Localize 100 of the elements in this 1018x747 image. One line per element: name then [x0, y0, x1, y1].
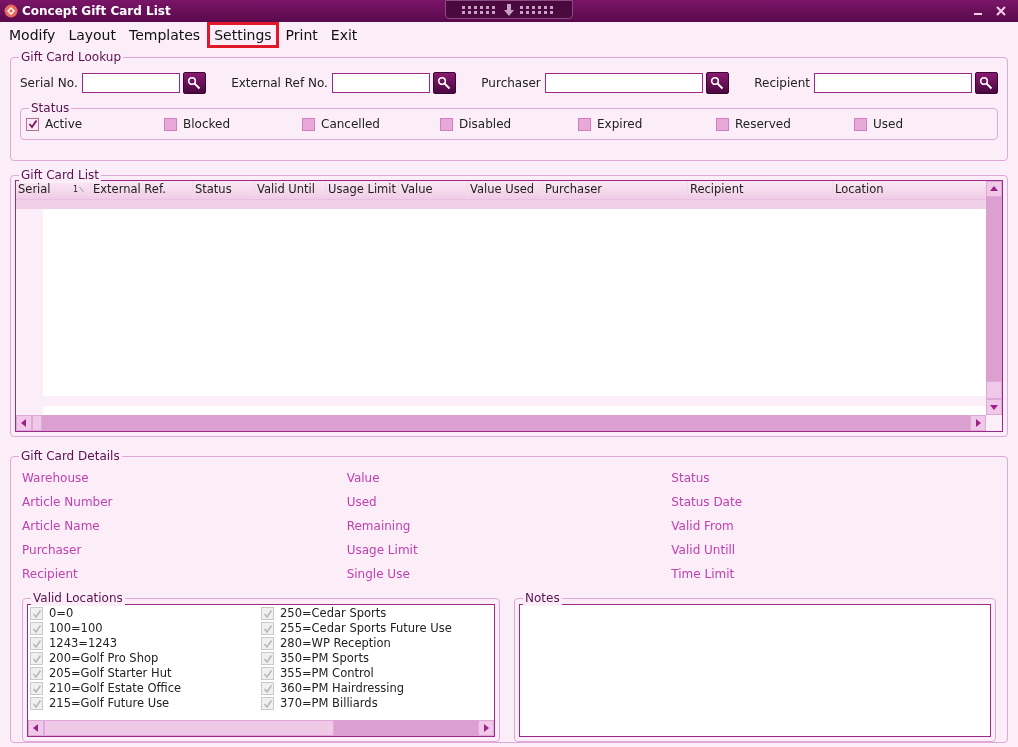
scrollbar-thumb[interactable] — [986, 381, 1002, 399]
checkbox[interactable] — [578, 117, 591, 131]
checkbox[interactable] — [30, 652, 43, 665]
detail-label: Status Date — [671, 494, 744, 510]
checkbox[interactable] — [26, 117, 39, 131]
menu-item[interactable]: Layout — [62, 22, 122, 49]
menu-item[interactable]: Templates — [123, 22, 207, 49]
search-button[interactable] — [705, 72, 729, 95]
detail-label: Article Name — [22, 518, 101, 534]
menu-item[interactable]: Exit — [324, 22, 364, 49]
checkbox-label: Expired — [597, 116, 643, 134]
checkbox[interactable] — [30, 637, 43, 650]
search-icon — [710, 76, 725, 91]
close-icon[interactable] — [996, 5, 1006, 16]
checkbox[interactable] — [261, 622, 274, 635]
scroll-right-button[interactable] — [478, 720, 494, 736]
column-header[interactable]: Purchaser — [543, 180, 688, 199]
pull-down-tab[interactable] — [445, 0, 573, 19]
detail-label: Usage Limit — [346, 542, 419, 558]
field-label: Serial No. — [20, 75, 78, 93]
checkbox[interactable] — [261, 682, 274, 695]
column-header[interactable]: Value Used — [468, 180, 543, 199]
detail-label: Single Use — [346, 566, 411, 582]
group-title: Notes — [523, 590, 562, 606]
scroll-left-button[interactable] — [28, 720, 44, 736]
checkbox-label: Active — [45, 116, 83, 134]
location-label: 360=PM Hairdressing — [280, 679, 405, 697]
detail-label: Article Number — [22, 494, 114, 510]
column-header[interactable]: Usage Limit — [326, 180, 399, 199]
scrollbar-corner — [986, 415, 1002, 431]
arrow-down-icon — [504, 3, 514, 16]
text-field[interactable] — [81, 73, 180, 94]
scrollbar-thumb[interactable] — [44, 720, 334, 736]
sort-icon — [79, 186, 84, 194]
column-header[interactable]: Status — [193, 180, 255, 199]
triangle-icon — [31, 723, 41, 733]
detail-label: Purchaser — [22, 542, 83, 558]
scroll-up-button[interactable] — [986, 180, 1002, 197]
grip-icon — [520, 4, 556, 15]
checkbox[interactable] — [261, 607, 274, 620]
detail-label: Warehouse — [22, 470, 90, 486]
checkbox[interactable] — [261, 667, 274, 680]
checkbox-label: Blocked — [183, 116, 231, 134]
scroll-down-button[interactable] — [986, 399, 1002, 415]
scrollbar-thumb[interactable] — [32, 415, 42, 431]
group-title: Gift Card Lookup — [19, 49, 123, 66]
checkbox[interactable] — [30, 667, 43, 680]
search-icon — [979, 76, 994, 91]
checkbox-label: Reserved — [735, 116, 791, 134]
menu-item[interactable]: Modify — [3, 22, 62, 49]
column-header[interactable]: Value — [399, 180, 468, 199]
detail-label: Value — [346, 470, 381, 486]
detail-label: Valid Untill — [671, 542, 737, 558]
column-header[interactable]: Valid Until — [255, 180, 326, 199]
checkbox[interactable] — [30, 622, 43, 635]
location-label: 355=PM Control — [280, 665, 374, 682]
group-title: Gift Card List — [19, 166, 102, 183]
scroll-right-button[interactable] — [970, 415, 986, 431]
app-logo-icon — [4, 3, 18, 18]
checkbox[interactable] — [440, 117, 453, 131]
location-label: 280=WP Reception — [280, 635, 391, 652]
detail-label: Valid From — [671, 518, 735, 534]
checkbox[interactable] — [30, 682, 43, 695]
triangle-icon — [481, 723, 491, 733]
column-header[interactable]: External Ref. — [91, 180, 193, 199]
checkbox[interactable] — [261, 652, 274, 665]
location-label: 205=Golf Starter Hut — [49, 665, 172, 682]
search-button[interactable] — [182, 72, 206, 95]
grip-icon — [462, 4, 498, 15]
field-label: Recipient — [754, 75, 810, 93]
checkbox[interactable] — [30, 607, 43, 620]
column-header[interactable]: Serial 1 — [16, 180, 91, 199]
checkbox-label: Disabled — [459, 116, 512, 134]
location-label: 200=Golf Pro Shop — [49, 649, 159, 667]
checkbox[interactable] — [261, 637, 274, 650]
location-label: 210=Golf Estate Office — [49, 679, 182, 697]
search-icon — [437, 76, 452, 91]
detail-label: Recipient — [22, 566, 79, 582]
window-title: Concept Gift Card List — [22, 2, 171, 20]
detail-label: Used — [346, 494, 378, 510]
location-label: 255=Cedar Sports Future Use — [280, 620, 452, 637]
scroll-left-button[interactable] — [16, 415, 32, 431]
text-field[interactable] — [331, 73, 430, 94]
checkbox[interactable] — [164, 117, 177, 131]
column-header[interactable]: Recipient — [688, 180, 833, 199]
text-field[interactable] — [544, 73, 703, 94]
location-label: 100=100 — [49, 619, 103, 637]
checkbox[interactable] — [716, 117, 729, 131]
detail-label: Status — [671, 470, 711, 486]
checkbox[interactable] — [261, 697, 274, 710]
checkbox[interactable] — [854, 117, 867, 131]
search-button[interactable] — [974, 72, 998, 95]
search-button[interactable] — [432, 72, 456, 95]
text-field[interactable] — [813, 73, 972, 94]
checkbox[interactable] — [30, 697, 43, 710]
detail-label: Time Limit — [671, 566, 736, 582]
menu-item[interactable]: Settings — [207, 22, 279, 49]
search-icon — [187, 76, 202, 91]
checkbox[interactable] — [302, 117, 315, 131]
menu-item[interactable]: Print — [279, 22, 324, 49]
